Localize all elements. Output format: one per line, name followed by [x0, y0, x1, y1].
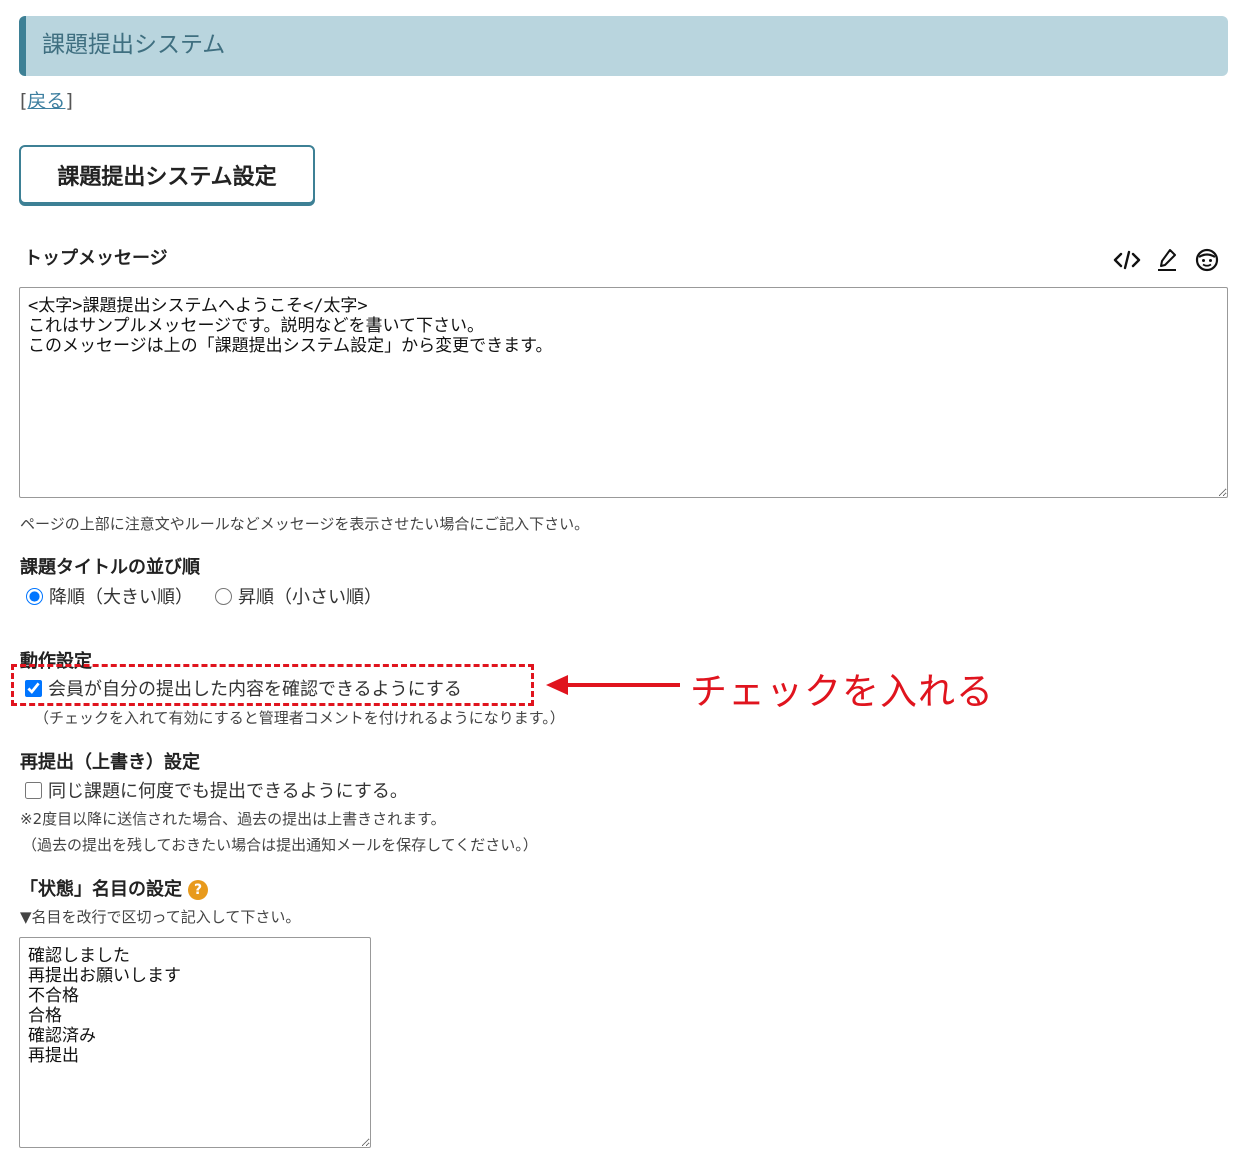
sort-order-label: 課題タイトルの並び順: [20, 557, 200, 578]
sort-desc-option[interactable]: 降順（大きい順）: [26, 583, 193, 609]
annotation-arrow: [546, 675, 680, 695]
sort-asc-label: 昇順（小さい順）: [238, 587, 382, 608]
editor-toolbar: [1113, 246, 1223, 274]
sort-asc-radio[interactable]: [215, 587, 232, 605]
resubmit-note-2: （過去の提出を残しておきたい場合は提出通知メールを保存してください。）: [22, 836, 538, 854]
behavior-note: （チェックを入れて有効にすると管理者コメントを付けれるようになります。）: [34, 709, 565, 727]
resubmit-label: 再提出（上書き）設定: [20, 752, 200, 773]
status-names-label: 「状態」名目の設定: [20, 879, 182, 900]
sort-asc-option[interactable]: 昇順（小さい順）: [215, 583, 382, 609]
behavior-option[interactable]: 会員が自分の提出した内容を確認できるようにする: [25, 675, 462, 701]
member-view-label: 会員が自分の提出した内容を確認できるようにする: [48, 679, 462, 700]
settings-button[interactable]: 課題提出システム設定: [19, 145, 315, 204]
resubmit-option[interactable]: 同じ課題に何度でも提出できるようにする。: [25, 777, 408, 803]
page-header: 課題提出システム: [19, 16, 1228, 76]
annotation-text: チェックを入れる: [690, 670, 994, 713]
page-title: 課題提出システム: [42, 32, 226, 58]
pen-icon[interactable]: [1153, 246, 1181, 274]
back-bracket-close: ]: [65, 90, 73, 112]
back-link[interactable]: 戻る: [27, 90, 65, 112]
top-message-textarea[interactable]: [19, 287, 1228, 498]
top-message-note: ページの上部に注意文やルールなどメッセージを表示させたい場合にご記入下さい。: [20, 515, 590, 533]
status-names-instruction: ▼名目を改行で区切って記入して下さい。: [20, 908, 301, 926]
resubmit-checkbox-label: 同じ課題に何度でも提出できるようにする。: [48, 781, 408, 802]
resubmit-checkbox[interactable]: [25, 781, 42, 799]
sort-desc-radio[interactable]: [26, 587, 43, 605]
help-icon[interactable]: ?: [188, 880, 208, 900]
emoji-icon[interactable]: [1193, 246, 1221, 274]
back-nav: [戻る]: [20, 86, 73, 113]
top-message-label: トップメッセージ: [24, 248, 168, 269]
code-icon[interactable]: [1113, 246, 1141, 274]
member-view-checkbox[interactable]: [25, 679, 42, 697]
status-names-heading: 「状態」名目の設定?: [20, 875, 208, 901]
sort-order-options: 降順（大きい順） 昇順（小さい順）: [26, 583, 404, 609]
status-names-textarea[interactable]: [19, 937, 371, 1148]
sort-desc-label: 降順（大きい順）: [49, 587, 193, 608]
resubmit-note-1: ※2度目以降に送信された場合、過去の提出は上書きされます。: [20, 810, 446, 828]
